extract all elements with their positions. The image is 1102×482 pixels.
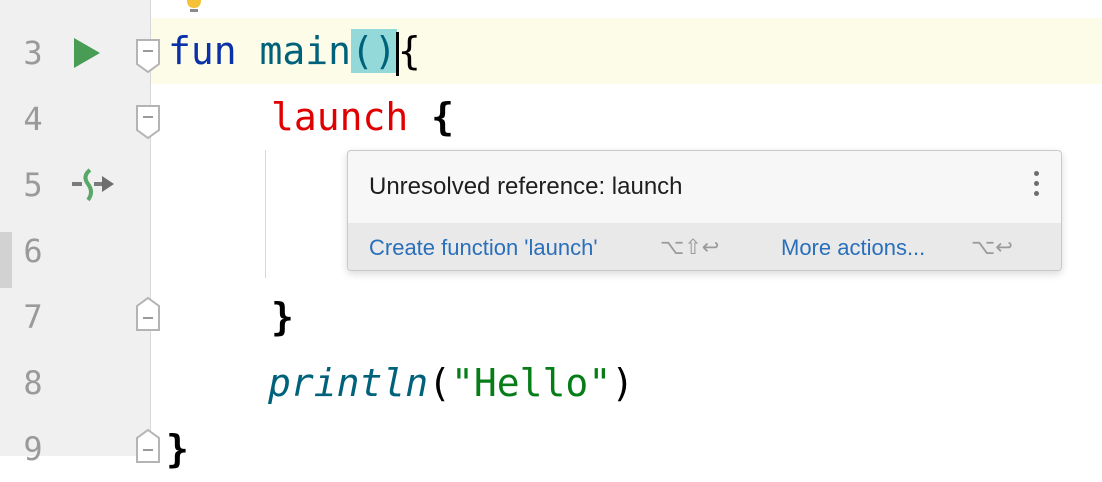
brace: {	[431, 95, 455, 139]
fold-icon[interactable]	[135, 104, 161, 140]
lightbulb-icon[interactable]	[184, 0, 204, 12]
error-tooltip: Unresolved reference: launch Create func…	[347, 150, 1062, 271]
function-name: main	[259, 29, 352, 73]
code-line-7[interactable]: }	[271, 284, 294, 350]
run-icon[interactable]	[72, 36, 102, 70]
unresolved-call[interactable]: launch	[271, 95, 408, 139]
error-message: Unresolved reference: launch	[369, 173, 683, 200]
tooltip-header: Unresolved reference: launch	[348, 151, 1061, 223]
paren: )	[611, 361, 635, 405]
more-actions-link[interactable]: More actions...	[781, 235, 925, 261]
line-number: 6	[23, 232, 43, 270]
tooltip-actions: Create function 'launch' ⌥⇧↩ More action…	[348, 223, 1061, 270]
indent-guide	[265, 150, 266, 278]
code-line-8[interactable]: println("Hello")	[268, 350, 634, 416]
function-call: println	[268, 361, 429, 405]
paren: (	[428, 361, 452, 405]
line-number: 3	[23, 34, 43, 72]
fold-icon[interactable]	[135, 38, 161, 74]
brace: }	[166, 427, 189, 471]
brace: {	[397, 29, 421, 73]
shortcut-hint: ⌥⇧↩	[660, 236, 720, 259]
shortcut-hint: ⌥↩	[971, 236, 1013, 259]
suspend-call-icon	[72, 168, 114, 202]
string-literal: "Hello"	[451, 361, 612, 405]
line-number: 5	[23, 166, 43, 204]
line-number: 9	[23, 430, 43, 468]
keyword: fun	[168, 29, 237, 73]
line-number: 4	[23, 100, 43, 138]
fold-end-icon[interactable]	[135, 296, 161, 332]
fold-end-icon[interactable]	[135, 428, 161, 464]
parens-highlight: ()	[351, 29, 397, 73]
code-line-3[interactable]: fun main(){	[168, 18, 421, 84]
line-number: 7	[23, 298, 43, 336]
code-line-9[interactable]: }	[166, 416, 189, 482]
code-line-4[interactable]: launch {	[271, 84, 454, 150]
create-function-link[interactable]: Create function 'launch'	[369, 235, 598, 261]
current-line-highlight	[0, 18, 1102, 84]
line-number: 8	[23, 364, 43, 402]
brace: }	[271, 295, 294, 339]
more-options-icon[interactable]	[1026, 171, 1046, 201]
